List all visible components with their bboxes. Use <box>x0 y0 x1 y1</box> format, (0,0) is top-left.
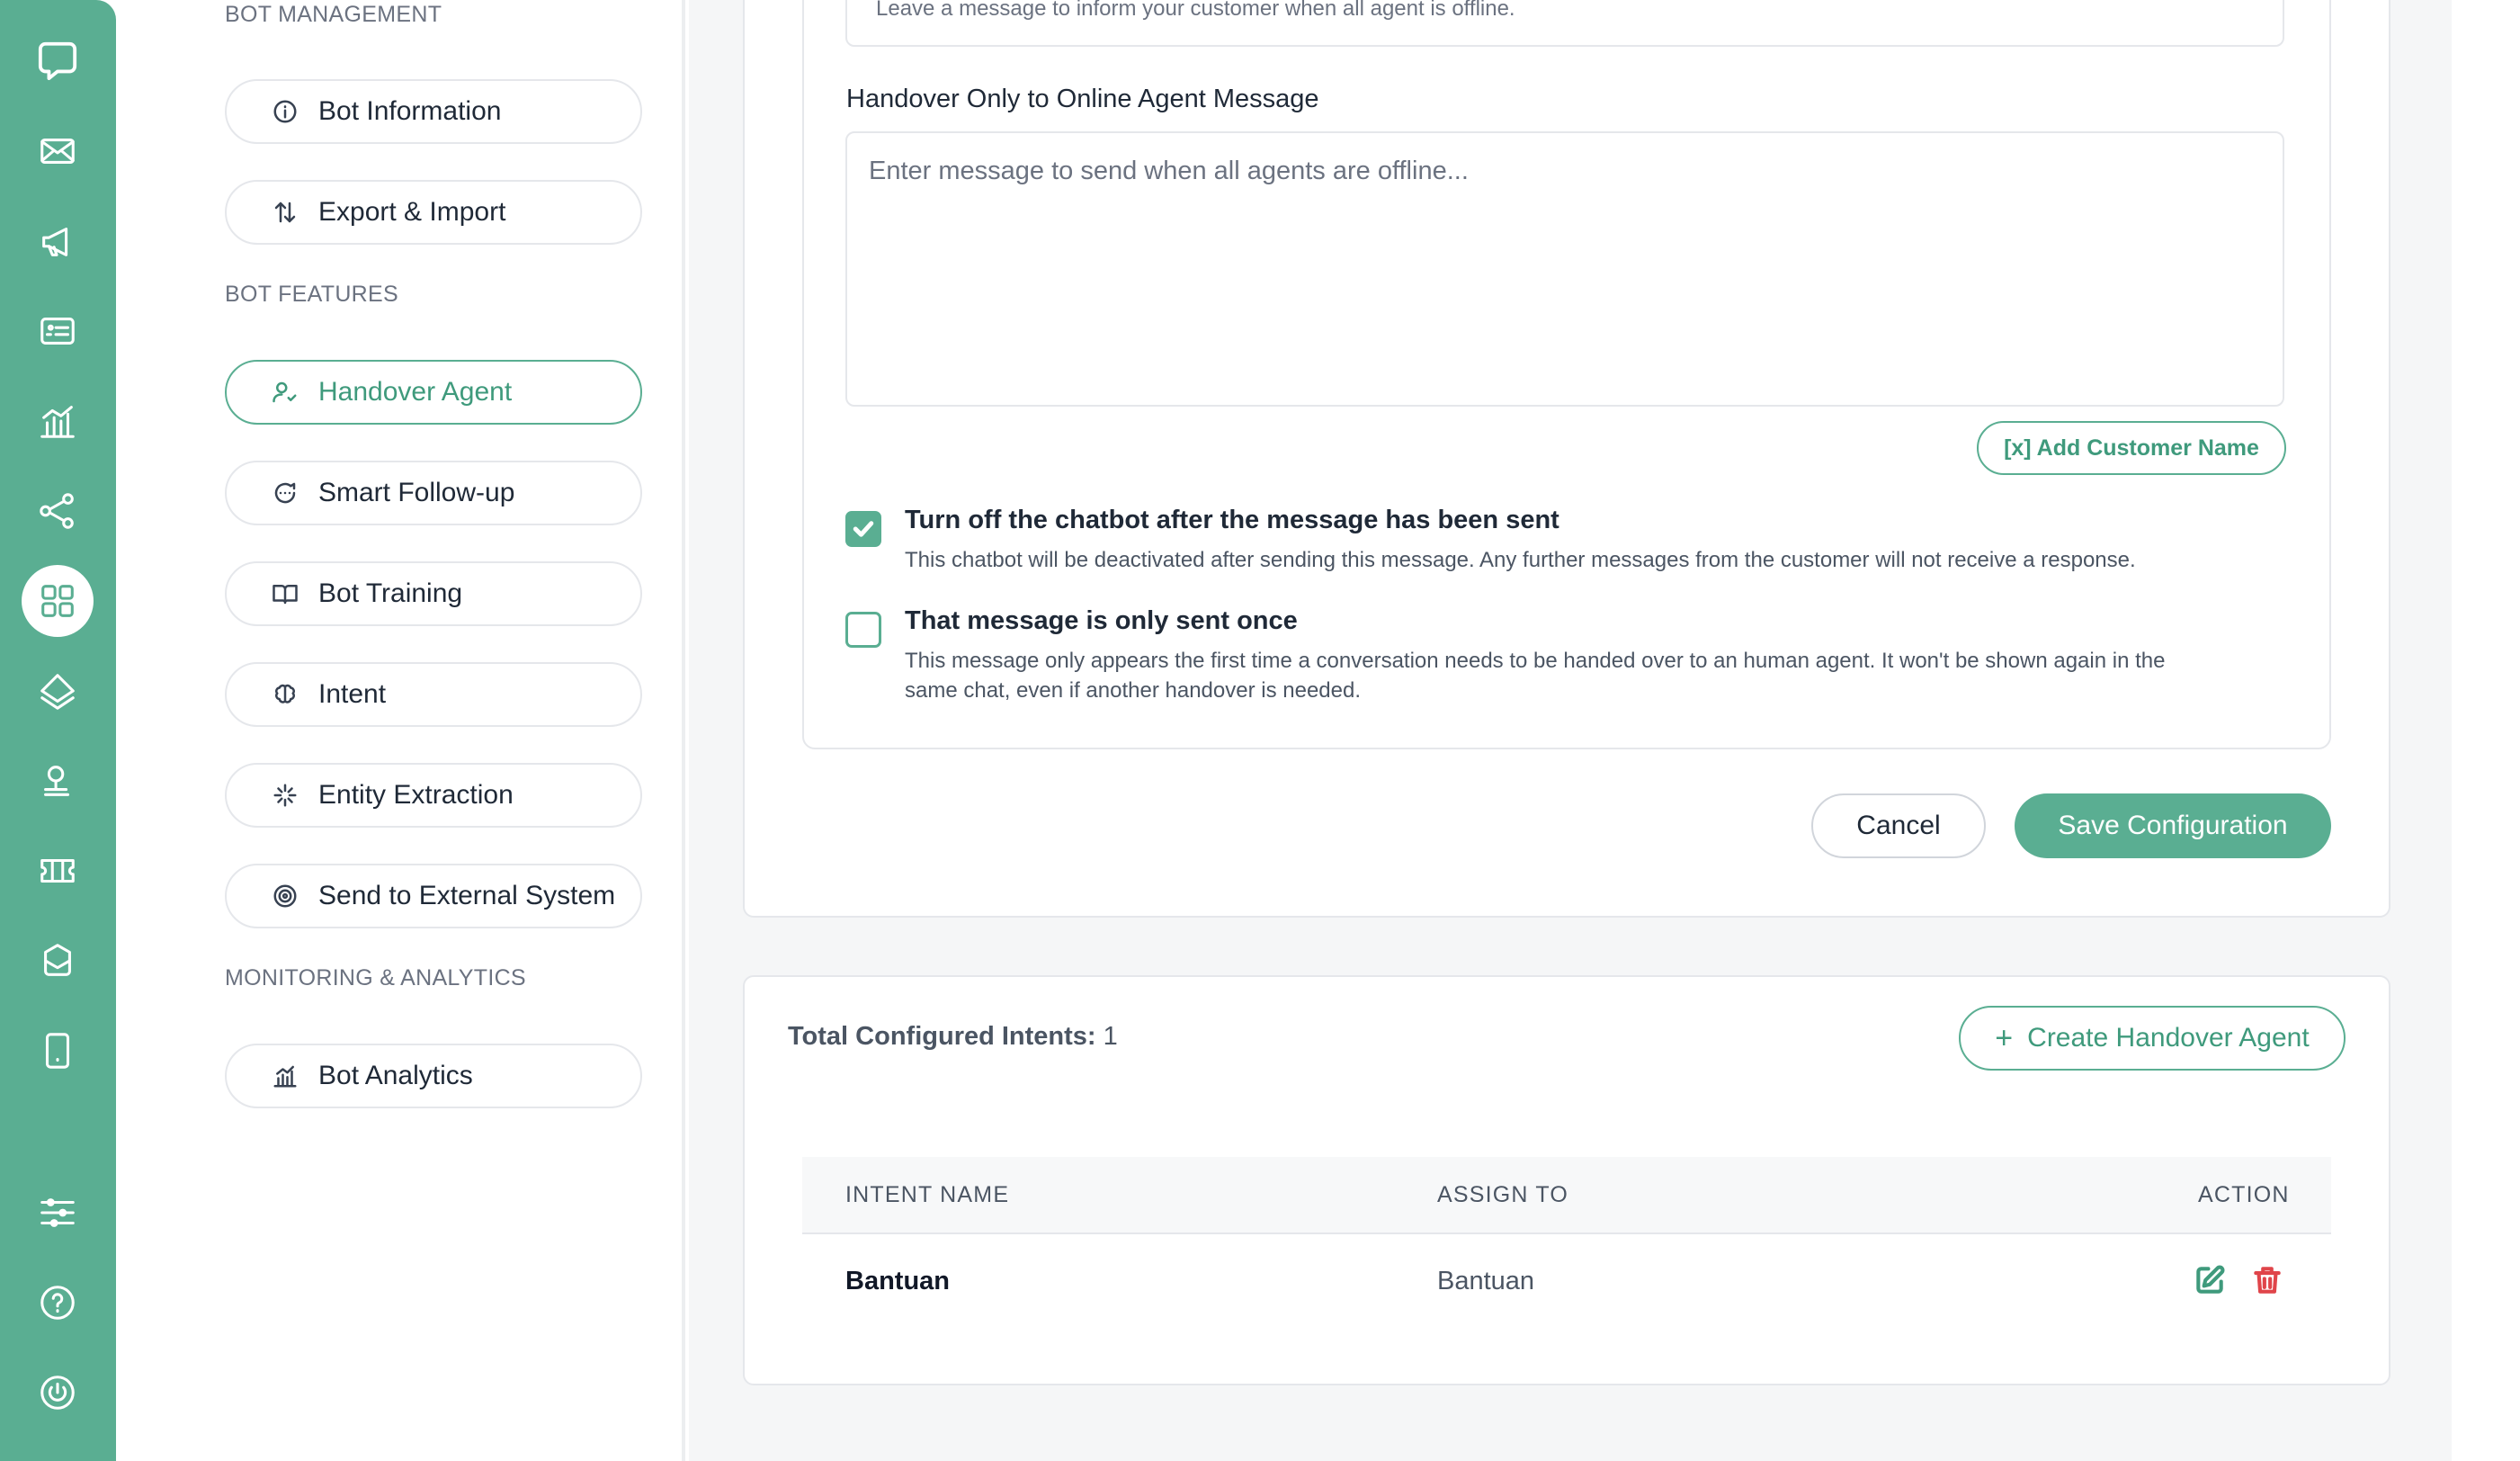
total-intents-summary: Total Configured Intents: 1 <box>788 1022 1118 1052</box>
section-bot-management: BOT MANAGEMENT <box>225 2 442 27</box>
section-bot-features: BOT FEATURES <box>225 282 398 307</box>
send-once-checkbox[interactable] <box>845 612 881 648</box>
send-once-description-line1: This message only appears the first time… <box>905 649 2166 673</box>
user-check-icon <box>273 381 297 403</box>
contact-card-icon[interactable] <box>22 295 94 367</box>
layers-icon[interactable] <box>22 655 94 727</box>
megaphone-icon[interactable] <box>22 205 94 277</box>
handover-message-label: Handover Only to Online Agent Message <box>846 85 1319 113</box>
add-customer-name-button[interactable]: [x] Add Customer Name <box>1977 421 2286 475</box>
edit-intent-button[interactable] <box>2193 1263 2227 1302</box>
app-nav-rail <box>0 0 116 1461</box>
arrows-up-down-icon <box>274 202 296 223</box>
send-once-title: That message is only sent once <box>905 606 1298 635</box>
mobile-device-icon[interactable] <box>22 1015 94 1087</box>
turn-off-chatbot-checkbox[interactable] <box>845 511 881 547</box>
sidebar-item-intent[interactable]: Intent <box>225 662 642 727</box>
analytics-icon[interactable] <box>22 385 94 457</box>
sidebar-item-bot-training[interactable]: Bot Training <box>225 561 642 626</box>
share-nodes-icon[interactable] <box>22 475 94 547</box>
plus-icon: + <box>1995 1021 2014 1055</box>
sidebar-item-handover-agent[interactable]: Handover Agent <box>225 360 642 425</box>
checkmark-icon <box>853 521 874 537</box>
create-handover-agent-button[interactable]: + Create Handover Agent <box>1959 1006 2346 1071</box>
sidebar-item-label: Handover Agent <box>318 377 513 407</box>
bar-chart-icon <box>273 1065 297 1088</box>
row-intent-name: Bantuan <box>845 1267 950 1295</box>
mail-icon[interactable] <box>22 115 94 187</box>
sparkle-icon <box>273 784 297 807</box>
info-icon <box>273 100 297 123</box>
send-once-description-line2: same chat, even if another handover is n… <box>905 678 1361 703</box>
target-icon <box>273 884 297 908</box>
sidebar-item-label: Export & Import <box>318 197 506 227</box>
sidebar-item-bot-information[interactable]: Bot Information <box>225 79 642 144</box>
sidebar-item-label: Bot Information <box>318 96 502 126</box>
sidebar-item-label: Bot Analytics <box>318 1061 473 1090</box>
brain-icon <box>275 684 295 704</box>
sidebar-item-label: Send to External System <box>318 881 616 910</box>
user-stamp-icon[interactable] <box>22 745 94 817</box>
sidebar-item-smart-follow-up[interactable]: Smart Follow-up <box>225 461 642 525</box>
table-row <box>802 1236 2331 1326</box>
inbox-box-icon[interactable] <box>22 925 94 997</box>
column-assign-to: ASSIGN TO <box>1437 1182 1569 1207</box>
help-icon[interactable] <box>22 1267 94 1339</box>
book-open-icon <box>273 585 298 605</box>
power-icon[interactable] <box>22 1357 94 1429</box>
sidebar-item-export-import[interactable]: Export & Import <box>225 180 642 245</box>
edit-icon <box>2196 1265 2225 1294</box>
handover-message-input[interactable] <box>845 131 2284 407</box>
chat-logo-icon[interactable] <box>22 23 94 95</box>
chat-bubble-icon <box>274 482 296 504</box>
offline-message-input[interactable] <box>845 0 2284 47</box>
bot-settings-sidebar: BOT MANAGEMENT Bot Information Export & … <box>116 0 685 1461</box>
sidebar-item-label: Intent <box>318 679 387 709</box>
ticket-icon[interactable] <box>22 835 94 907</box>
main-content: Handover Only to Online Agent Message [x… <box>689 0 2452 1461</box>
sidebar-item-bot-analytics[interactable]: Bot Analytics <box>225 1044 642 1108</box>
sidebar-item-label: Smart Follow-up <box>318 478 515 507</box>
apps-grid-icon[interactable] <box>22 565 94 637</box>
column-intent-name: INTENT NAME <box>845 1182 1010 1207</box>
cancel-button[interactable]: Cancel <box>1811 793 1986 858</box>
turn-off-chatbot-description: This chatbot will be deactivated after s… <box>905 548 2136 572</box>
sidebar-item-label: Entity Extraction <box>318 780 514 810</box>
trash-icon <box>2254 1267 2281 1294</box>
sidebar-item-entity-extraction[interactable]: Entity Extraction <box>225 763 642 828</box>
total-intents-value: 1 <box>1103 1022 1118 1051</box>
section-monitoring-analytics: MONITORING & ANALYTICS <box>225 965 526 990</box>
column-action: ACTION <box>2198 1182 2290 1207</box>
sidebar-item-label: Bot Training <box>318 578 463 608</box>
sidebar-item-send-to-external-system[interactable]: Send to External System <box>225 864 642 928</box>
total-intents-label: Total Configured Intents: <box>788 1022 1096 1051</box>
sliders-icon[interactable] <box>22 1177 94 1249</box>
delete-intent-button[interactable] <box>2250 1263 2284 1302</box>
turn-off-chatbot-title: Turn off the chatbot after the message h… <box>905 506 1559 534</box>
create-handover-agent-label: Create Handover Agent <box>2027 1023 2310 1053</box>
row-assign-to: Bantuan <box>1437 1267 1535 1295</box>
save-configuration-button[interactable]: Save Configuration <box>2015 793 2331 858</box>
